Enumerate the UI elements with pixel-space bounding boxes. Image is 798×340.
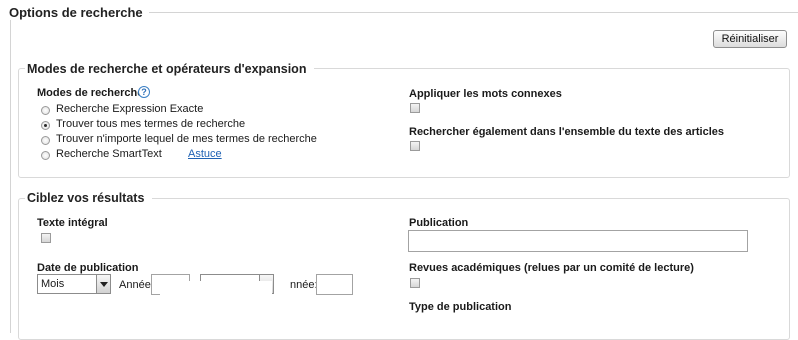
redaction-overlay [160,281,272,299]
radio-label-exact-phrase: Recherche Expression Exacte [56,103,204,115]
refine-results-legend: Ciblez vos résultats [25,191,153,205]
radio-label-any-terms: Trouver n'importe lequel de mes termes d… [56,133,317,145]
help-icon[interactable]: ? [138,86,150,98]
publication-input[interactable] [408,230,748,252]
radio-all-terms[interactable] [41,121,50,130]
related-words-checkbox[interactable] [410,103,420,113]
radio-label-all-terms: Trouver tous mes termes de recherche [56,118,246,130]
reset-button[interactable]: Réinitialiser [713,30,787,48]
chevron-down-icon [96,275,110,293]
month-select[interactable]: Mois [37,274,111,294]
page-title: Options de recherche [6,5,149,20]
radio-any-terms[interactable] [41,136,50,145]
month-select-value: Mois [41,278,65,290]
full-text-label: Texte intégral [37,217,108,229]
peer-reviewed-checkbox[interactable] [410,278,420,288]
publication-label: Publication [409,217,469,229]
year-label-from: Année: [119,279,154,291]
related-words-label: Appliquer les mots connexes [409,88,562,100]
search-modes-label: Modes de recherche [37,87,144,99]
radio-smarttext[interactable] [41,151,50,160]
radio-exact-phrase[interactable] [41,106,50,115]
full-text-checkbox[interactable] [41,233,51,243]
peer-reviewed-label: Revues académiques (relues par un comité… [409,262,694,274]
search-modes-legend: Modes de recherche et opérateurs d'expan… [25,62,315,76]
fulltext-search-checkbox[interactable] [410,141,420,151]
tip-link[interactable]: Astuce [188,148,222,160]
year-input-to[interactable] [316,274,353,295]
pubdate-label: Date de publication [37,262,139,274]
year-label-to: nnée: [290,279,318,291]
fulltext-search-label: Rechercher également dans l'ensemble du … [409,126,725,138]
pub-type-label: Type de publication [409,301,512,313]
radio-label-smarttext: Recherche SmartText [56,148,162,160]
